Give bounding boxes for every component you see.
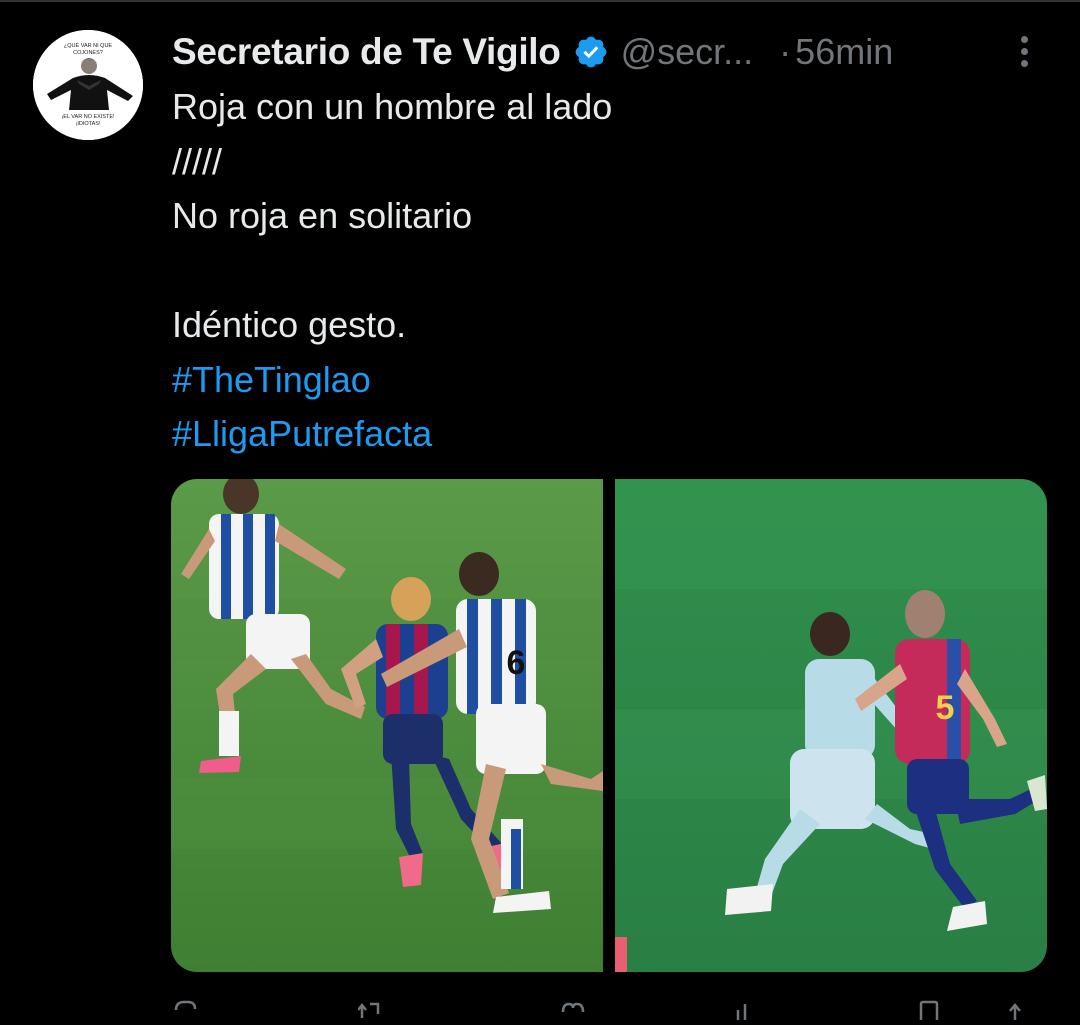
avatar-top-text-1: ¿QUÉ VAR NI QUE	[64, 42, 113, 49]
tweet-body: Roja con un hombre al lado ///// No roja…	[172, 80, 1032, 462]
media-image-2[interactable]: 5	[615, 479, 1047, 972]
retweet-icon[interactable]	[357, 1000, 384, 1020]
author-avatar[interactable]: ¿QUÉ VAR NI QUE COJONES? ¡EL VAR NO EXIS…	[33, 30, 143, 140]
avatar-image: ¿QUÉ VAR NI QUE COJONES? ¡EL VAR NO EXIS…	[33, 30, 143, 140]
reply-icon[interactable]	[172, 1000, 198, 1020]
tweet-line: /////	[172, 140, 223, 182]
verified-badge-icon[interactable]	[573, 34, 609, 70]
tweet-timestamp[interactable]: 56min	[795, 31, 893, 73]
like-icon[interactable]	[560, 1000, 586, 1020]
tweet-media: 6 5	[171, 479, 1047, 972]
share-icon[interactable]	[1002, 1000, 1028, 1020]
bookmark-icon[interactable]	[916, 1000, 942, 1020]
hashtag-link[interactable]: #LligaPutrefacta	[172, 407, 1032, 462]
tweet-header: Secretario de Te Vigilo @secr... · 56min	[172, 26, 1042, 78]
author-name[interactable]: Secretario de Te Vigilo	[172, 31, 561, 73]
author-handle[interactable]: @secr...	[621, 31, 754, 73]
media-image-1[interactable]: 6	[171, 479, 603, 972]
more-dots-icon[interactable]	[1013, 36, 1035, 72]
time-separator: ·	[779, 31, 792, 72]
jersey-number: 5	[936, 689, 955, 727]
avatar-bottom-text-2: ¡IDIOTAS!	[76, 121, 101, 127]
jersey-number: 6	[507, 644, 526, 682]
tweet-line: Idéntico gesto.	[172, 304, 407, 345]
tweet-line: No roja en solitario	[172, 195, 473, 236]
hashtag-link[interactable]: #TheTinglao	[172, 353, 1032, 408]
views-icon[interactable]	[732, 1000, 758, 1020]
avatar-top-text-2: COJONES?	[73, 50, 103, 56]
tweet-line: Roja con un hombre al lado	[172, 86, 613, 127]
action-bar	[172, 996, 1042, 1020]
avatar-bottom-text-1: ¡EL VAR NO EXISTE!	[61, 114, 115, 120]
top-divider	[0, 0, 1080, 2]
